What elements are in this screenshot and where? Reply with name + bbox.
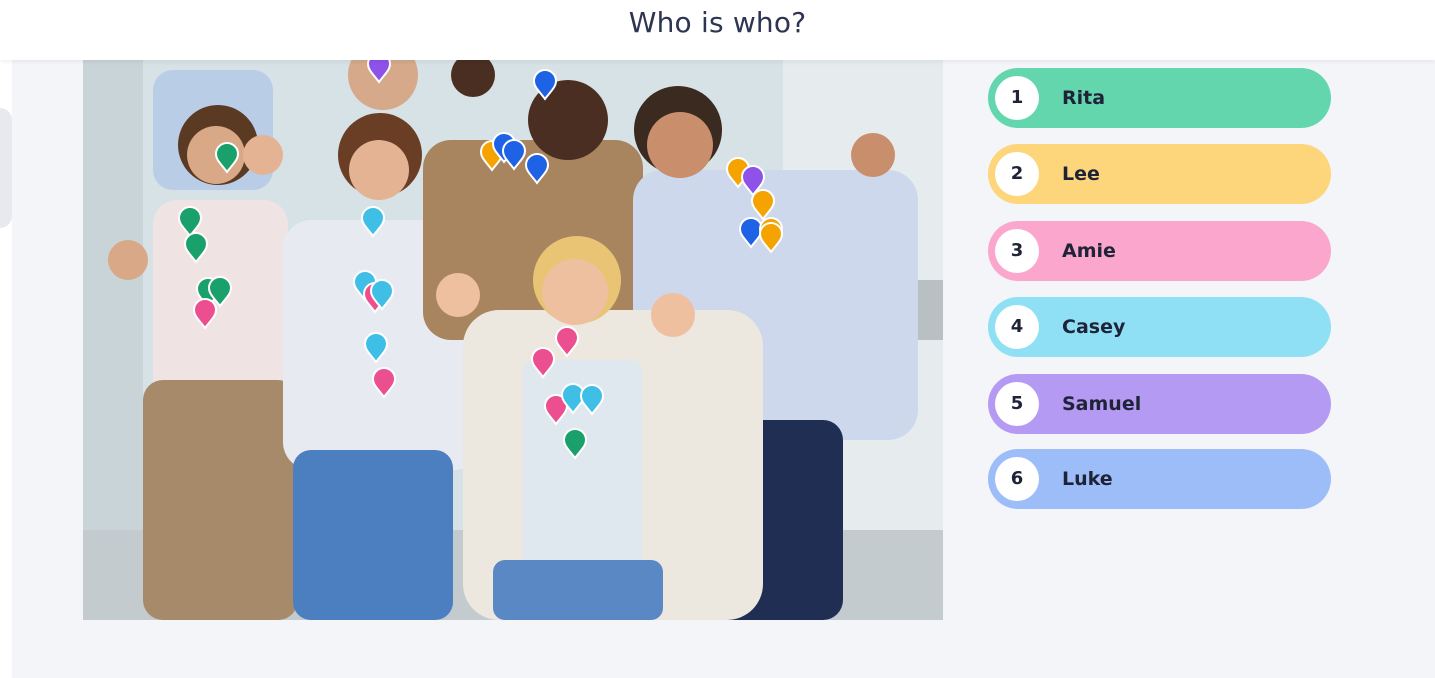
person-rita-trousers xyxy=(143,380,298,620)
answer-label: Lee xyxy=(1062,163,1100,185)
person-casey-face xyxy=(542,259,608,325)
answer-number: 1 xyxy=(995,76,1039,120)
person-luke-face xyxy=(647,112,713,178)
page-title: Who is who? xyxy=(628,6,807,39)
answer-number: 2 xyxy=(995,152,1039,196)
person-amie-jeans xyxy=(293,450,453,620)
answer-label: Amie xyxy=(1062,240,1116,262)
fist xyxy=(851,133,895,177)
answer-option-3[interactable]: 3 Amie xyxy=(988,221,1331,281)
answer-option-1[interactable]: 1 Rita xyxy=(988,68,1331,128)
answer-number: 4 xyxy=(995,305,1039,349)
fist xyxy=(651,293,695,337)
fist xyxy=(108,240,148,280)
answer-option-6[interactable]: 6 Luke xyxy=(988,449,1331,509)
answer-number: 3 xyxy=(995,229,1039,273)
answer-label: Casey xyxy=(1062,316,1126,338)
answer-option-4[interactable]: 4 Casey xyxy=(988,297,1331,357)
answer-number: 6 xyxy=(995,457,1039,501)
group-photo[interactable] xyxy=(83,60,943,620)
answer-option-5[interactable]: 5 Samuel xyxy=(988,374,1331,434)
person-amie-face xyxy=(349,140,409,200)
answer-label: Rita xyxy=(1062,87,1106,109)
previous-slide-handle[interactable] xyxy=(0,108,12,228)
answer-option-2[interactable]: 2 Lee xyxy=(988,144,1331,204)
fist xyxy=(436,273,480,317)
header-bar: Who is who? xyxy=(0,0,1435,60)
answer-label: Luke xyxy=(1062,468,1113,490)
group-photo-illustration xyxy=(83,60,943,620)
person-casey-jeans xyxy=(493,560,663,620)
answer-number: 5 xyxy=(995,382,1039,426)
answer-label: Samuel xyxy=(1062,393,1142,415)
fist xyxy=(243,135,283,175)
